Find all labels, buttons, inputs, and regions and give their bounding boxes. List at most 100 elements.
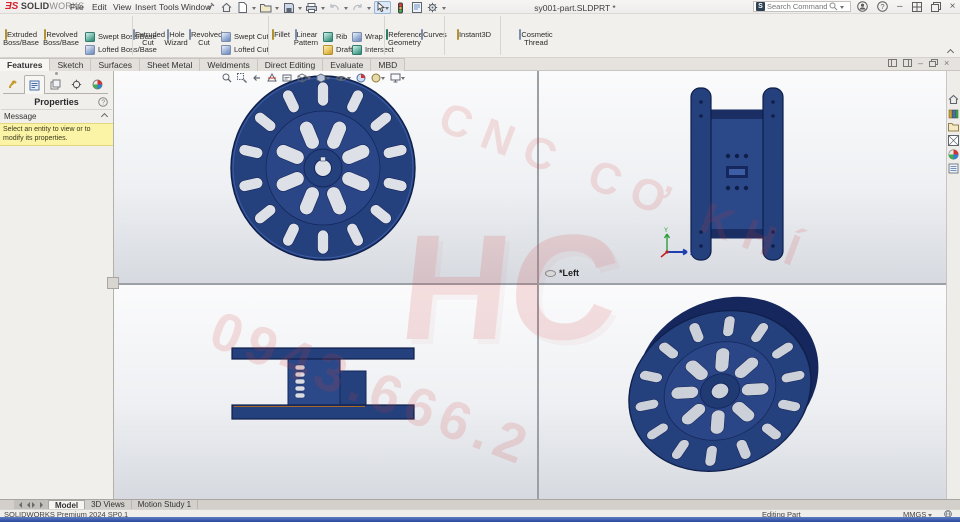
panel-splitter-handle[interactable]: [107, 277, 119, 289]
close-document-icon[interactable]: ×: [944, 59, 949, 68]
apply-scene-dropdown[interactable]: [381, 77, 385, 82]
help-icon[interactable]: ?: [877, 1, 888, 12]
fillet-button[interactable]: Fillet: [268, 29, 294, 70]
tab-motion-study-1[interactable]: Motion Study 1: [132, 500, 199, 509]
search-commands-box[interactable]: S: [753, 1, 851, 12]
search-input[interactable]: [767, 2, 827, 11]
pin-menubar-icon[interactable]: [206, 2, 215, 13]
revolved-boss-base-button[interactable]: Revolved Boss/Base: [40, 29, 82, 47]
user-account-icon[interactable]: [857, 1, 868, 12]
apply-scene-icon[interactable]: [371, 73, 385, 83]
menu-file[interactable]: File: [68, 0, 86, 14]
previous-view-icon[interactable]: [252, 73, 262, 83]
viewport-top[interactable]: X *Top: [114, 285, 537, 500]
tab-sheet-metal[interactable]: Sheet Metal: [139, 58, 201, 71]
tab-features[interactable]: Features: [0, 58, 51, 71]
scroll-last-icon[interactable]: [40, 501, 46, 508]
options-dropdown[interactable]: [442, 6, 446, 12]
pane-split-right-icon[interactable]: [903, 59, 912, 67]
select-dropdown[interactable]: [385, 6, 389, 12]
extruded-cut-button[interactable]: Extruded Cut: [133, 29, 165, 47]
viewport-left[interactable]: Y Z *Left: [539, 71, 946, 283]
solidworks-resources-icon[interactable]: [948, 94, 959, 105]
scroll-first-icon[interactable]: [16, 501, 22, 508]
restore-icon[interactable]: [930, 1, 941, 12]
pane-split-left-icon[interactable]: [888, 59, 897, 67]
collapse-section-icon[interactable]: [100, 112, 109, 121]
custom-properties-icon[interactable]: [948, 163, 959, 174]
print-icon[interactable]: [305, 2, 318, 14]
view-orientation-dropdown[interactable]: [307, 77, 311, 82]
close-icon[interactable]: ×: [950, 1, 956, 12]
display-manager-tab[interactable]: [87, 75, 108, 94]
feature-manager-tab[interactable]: [3, 75, 24, 94]
viewport-front[interactable]: [114, 71, 537, 283]
minimize-document-icon[interactable]: –: [918, 59, 923, 68]
edit-appearance-icon[interactable]: [356, 73, 366, 83]
draft-button[interactable]: Draft: [323, 44, 352, 55]
undo-icon[interactable]: [328, 2, 341, 14]
panel-help-icon[interactable]: ?: [98, 96, 108, 107]
open-dropdown[interactable]: [275, 6, 279, 12]
dynamic-annotation-views-icon[interactable]: [282, 73, 292, 83]
print-dropdown[interactable]: [321, 6, 325, 12]
redo-icon[interactable]: [351, 2, 364, 14]
wrap-button[interactable]: Wrap: [352, 31, 383, 42]
design-library-icon[interactable]: [948, 108, 959, 119]
undo-dropdown[interactable]: [344, 6, 348, 12]
new-file-icon[interactable]: [236, 2, 249, 14]
lofted-cut-button[interactable]: Lofted Cut: [221, 44, 269, 55]
menu-tools[interactable]: Tools: [157, 0, 181, 14]
section-view-icon[interactable]: [267, 73, 277, 83]
hide-show-dropdown[interactable]: [347, 77, 351, 82]
save-dropdown[interactable]: [298, 6, 302, 12]
redo-dropdown[interactable]: [367, 6, 371, 12]
home-icon[interactable]: [220, 2, 233, 14]
tab-sketch[interactable]: Sketch: [50, 58, 92, 71]
scroll-next-icon[interactable]: [32, 501, 38, 508]
viewport-trimetric[interactable]: Y X *Trimetric: [539, 285, 946, 500]
minimize-icon[interactable]: –: [897, 1, 903, 12]
file-explorer-icon[interactable]: [948, 122, 959, 132]
vertical-viewport-splitter[interactable]: [537, 71, 539, 500]
tab-surfaces[interactable]: Surfaces: [91, 58, 140, 71]
tab-weldments[interactable]: Weldments: [200, 58, 258, 71]
display-style-dropdown[interactable]: [326, 77, 330, 82]
tab-mbd[interactable]: MBD: [371, 58, 406, 71]
file-properties-icon[interactable]: [410, 2, 423, 14]
rib-button[interactable]: Rib: [323, 31, 347, 42]
appearances-scenes-icon[interactable]: [948, 149, 959, 160]
view-palette-icon[interactable]: [948, 135, 959, 146]
rebuild-traffic-light-icon[interactable]: [394, 2, 407, 14]
select-tool-button[interactable]: [374, 1, 391, 14]
curves-button[interactable]: Curves: [421, 29, 447, 79]
tab-evaluate[interactable]: Evaluate: [323, 58, 372, 71]
restore-document-icon[interactable]: [929, 59, 939, 67]
cosmetic-thread-button[interactable]: Cosmetic Thread: [512, 29, 560, 47]
tab-scroll-buttons[interactable]: [14, 500, 48, 509]
horizontal-viewport-splitter[interactable]: [114, 283, 946, 285]
configuration-manager-tab[interactable]: [45, 75, 66, 94]
open-icon[interactable]: [259, 2, 272, 14]
hide-show-items-icon[interactable]: [335, 74, 351, 83]
hole-wizard-button[interactable]: Hole Wizard: [162, 29, 190, 70]
view-orientation-icon[interactable]: [297, 73, 311, 83]
tab-direct-editing[interactable]: Direct Editing: [257, 58, 324, 71]
message-section-header[interactable]: Message: [0, 110, 113, 123]
dimxpert-manager-tab[interactable]: [66, 75, 87, 94]
search-icon[interactable]: [829, 2, 838, 11]
layout-grid-icon[interactable]: [911, 1, 922, 12]
search-scope-dropdown[interactable]: [840, 5, 844, 11]
options-gear-icon[interactable]: [426, 2, 439, 14]
view-settings-dropdown[interactable]: [401, 77, 405, 82]
revolved-cut-button[interactable]: Revolved Cut: [189, 29, 222, 47]
extruded-boss-base-button[interactable]: Extruded Boss/Base: [1, 29, 41, 47]
scroll-prev-icon[interactable]: [24, 501, 30, 508]
instant3d-button[interactable]: Instant3D: [452, 29, 496, 40]
menu-view[interactable]: View: [111, 0, 133, 14]
zoom-to-fit-icon[interactable]: [222, 73, 232, 83]
view-settings-icon[interactable]: [390, 73, 405, 83]
new-file-dropdown[interactable]: [252, 6, 256, 12]
zoom-to-area-icon[interactable]: [237, 73, 247, 83]
save-icon[interactable]: [282, 2, 295, 14]
